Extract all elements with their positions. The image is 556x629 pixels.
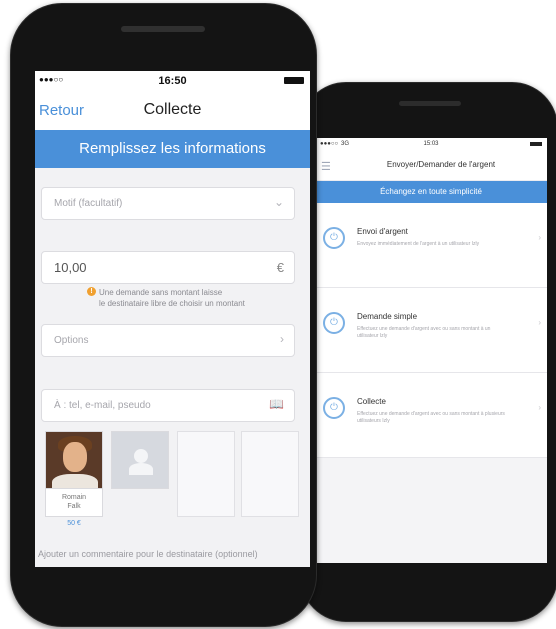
amount-value: 10,00 xyxy=(54,260,87,275)
back-page-title: Envoyer/Demander de l'argent xyxy=(386,160,496,169)
contact-name: Romain Falk xyxy=(45,489,103,517)
contacts-book-icon[interactable]: 📖 xyxy=(269,397,284,411)
menu-item-collecte[interactable]: ⏻ Collecte Effectuez une demande d'argen… xyxy=(315,373,547,458)
add-contact-slot[interactable] xyxy=(111,431,169,489)
chevron-right-icon: › xyxy=(538,233,541,242)
amount-hint: ! Une demande sans montant laisse le des… xyxy=(87,287,299,309)
front-phone: ●●●○○ 16:50 Retour Collecte Remplissez l… xyxy=(10,3,317,627)
front-phone-screen: ●●●○○ 16:50 Retour Collecte Remplissez l… xyxy=(35,71,310,567)
back-banner: Échangez en toute simplicité xyxy=(315,181,547,203)
back-status-bar: ●●●○○ 3G 15:03 xyxy=(315,138,547,150)
menu-item-title: Demande simple xyxy=(357,312,418,321)
hint-line-2: le destinataire libre de choisir un mont… xyxy=(99,299,245,308)
options-label: Options xyxy=(54,335,89,346)
menu-item-envoi[interactable]: ⏻ Envoi d'argent Envoyez immédiatement d… xyxy=(315,203,547,288)
menu-item-desc: Envoyez immédiatement de l'argent à un u… xyxy=(357,241,480,247)
chevron-down-icon: ⌄ xyxy=(273,195,284,209)
contact-avatar xyxy=(45,431,103,489)
collect-money-icon: ⏻ xyxy=(323,397,345,419)
motif-placeholder: Motif (facultatif) xyxy=(54,198,123,209)
nav-bar: Retour Collecte xyxy=(35,91,310,130)
contact-amount: 50 € xyxy=(67,520,81,527)
menu-item-title: Collecte xyxy=(357,397,386,406)
back-battery-icon xyxy=(530,142,542,146)
hint-line-1: Une demande sans montant laisse xyxy=(99,288,223,297)
form-banner: Remplissez les informations xyxy=(35,130,310,168)
contact-first-name: Romain xyxy=(61,494,87,501)
currency-symbol: € xyxy=(276,260,284,275)
empty-contact-slot xyxy=(177,431,235,517)
recipient-placeholder: À : tel, e-mail, pseudo xyxy=(54,400,151,411)
battery-icon xyxy=(284,77,304,84)
amount-field[interactable]: 10,00 € xyxy=(41,251,295,284)
empty-contact-slot xyxy=(241,431,299,517)
comment-input[interactable]: Ajouter un commentaire pour le destinata… xyxy=(38,549,258,559)
menu-item-desc: Effectuez une demande d'argent avec ou s… xyxy=(357,326,491,339)
back-nav-bar: ☰ Envoyer/Demander de l'argent xyxy=(315,150,547,181)
back-phone: ●●●○○ 3G 15:03 ☰ Envoyer/Demander de l'a… xyxy=(300,82,556,622)
user-placeholder-icon xyxy=(111,431,169,489)
recipient-input[interactable]: À : tel, e-mail, pseudo 📖 xyxy=(41,389,295,422)
contact-last-name: Falk xyxy=(67,503,81,510)
options-row[interactable]: Options › xyxy=(41,324,295,357)
menu-icon[interactable]: ☰ xyxy=(321,160,331,173)
menu-item-desc: Effectuez une demande d'argent avec ou s… xyxy=(357,411,505,424)
back-phone-screen: ●●●○○ 3G 15:03 ☰ Envoyer/Demander de l'a… xyxy=(315,138,547,563)
request-money-icon: ⏻ xyxy=(323,312,345,334)
menu-item-demande[interactable]: ⏻ Demande simple Effectuez une demande d… xyxy=(315,288,547,373)
chevron-right-icon: › xyxy=(538,318,541,327)
page-title: Collecte xyxy=(143,101,202,118)
motif-select[interactable]: Motif (facultatif) ⌄ xyxy=(41,187,295,220)
status-time: 16:50 xyxy=(158,75,187,87)
status-bar: ●●●○○ 16:50 xyxy=(35,71,310,91)
menu-item-title: Envoi d'argent xyxy=(357,227,408,236)
chevron-right-icon: › xyxy=(280,332,284,346)
contact-card[interactable]: Romain Falk 50 € xyxy=(45,431,103,527)
info-icon: ! xyxy=(87,287,96,296)
chevron-right-icon: › xyxy=(538,403,541,412)
contacts-list: Romain Falk 50 € xyxy=(45,431,301,541)
send-money-icon: ⏻ xyxy=(323,227,345,249)
back-status-time: 15:03 xyxy=(423,141,439,147)
